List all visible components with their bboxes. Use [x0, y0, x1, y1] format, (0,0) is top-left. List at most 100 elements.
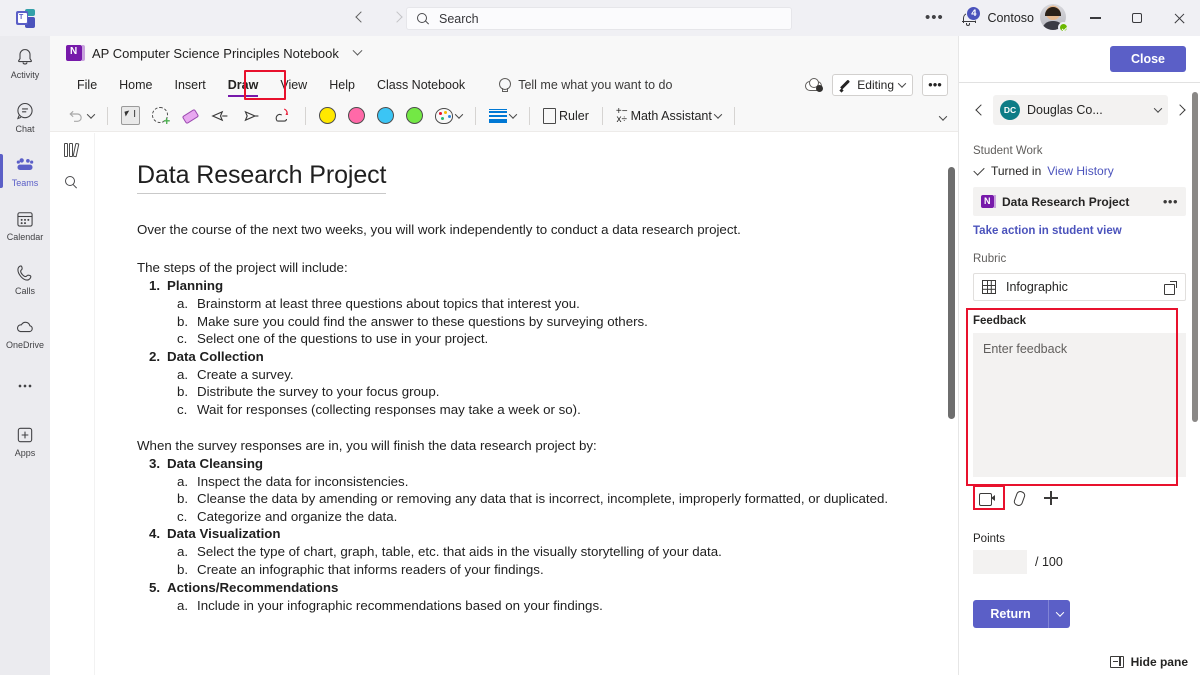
sidebar-item-activity[interactable]: Activity: [0, 36, 50, 90]
close-button[interactable]: Close: [1110, 46, 1186, 72]
search-box[interactable]: Search: [406, 7, 792, 30]
list-text: Categorize and organize the data.: [197, 508, 398, 524]
sidebar-item-onedrive[interactable]: OneDrive: [0, 306, 50, 360]
tab-insert[interactable]: Insert: [164, 72, 217, 98]
tab-home[interactable]: Home: [108, 72, 163, 98]
pen-color-pink-button[interactable]: [344, 103, 369, 129]
list-number: c.: [177, 331, 188, 347]
notebooks-button[interactable]: [50, 132, 94, 166]
add-more-button[interactable]: [1037, 487, 1065, 509]
list-text: Include in your infographic recommendati…: [197, 597, 603, 613]
points-input[interactable]: [973, 550, 1027, 574]
tab-file[interactable]: File: [66, 72, 108, 98]
chevron-down-icon[interactable]: [1153, 104, 1163, 113]
phone-icon: [17, 264, 32, 281]
attach-file-button[interactable]: [1005, 487, 1033, 509]
back-button[interactable]: [354, 11, 368, 25]
thickness-button[interactable]: [485, 103, 520, 129]
avatar[interactable]: [1040, 4, 1069, 33]
onenote-search-button[interactable]: [50, 166, 94, 200]
return-options-button[interactable]: [1048, 600, 1070, 628]
forward-button[interactable]: [390, 11, 404, 25]
rubric-item[interactable]: Infographic: [973, 273, 1186, 301]
sidebar-item-more[interactable]: [0, 360, 50, 414]
pen-color-green-button[interactable]: [402, 103, 427, 129]
notifications-button[interactable]: 4: [951, 0, 985, 36]
sidebar-item-label: OneDrive: [5, 339, 44, 350]
divider: [475, 106, 476, 125]
notification-badge: 4: [966, 6, 982, 21]
sidebar-item-chat[interactable]: Chat: [0, 90, 50, 144]
chevron-down-icon[interactable]: [86, 109, 96, 119]
record-video-button[interactable]: [973, 487, 1001, 509]
check-icon: [973, 165, 985, 177]
ruler-icon: [543, 107, 556, 124]
pen-color-yellow-button[interactable]: [315, 103, 340, 129]
hide-pane-button[interactable]: Hide pane: [1109, 655, 1188, 669]
list-number: b.: [177, 384, 189, 400]
list-item: b. Distribute the survey to your focus gr…: [167, 383, 918, 401]
student-work-label: Student Work: [973, 145, 1043, 157]
page-scrollbar-thumb[interactable]: [948, 167, 955, 419]
collapse-ribbon-button[interactable]: [938, 108, 948, 126]
maximize-button[interactable]: [1116, 0, 1158, 36]
student-navigator: DC Douglas Co...: [959, 83, 1200, 131]
undo-button[interactable]: [64, 103, 98, 129]
ink-to-shape-button[interactable]: [269, 103, 296, 129]
tab-help[interactable]: Help: [318, 72, 366, 98]
select-tool-button[interactable]: [117, 103, 144, 129]
settings-more-button[interactable]: •••: [917, 10, 951, 25]
list-item: 3. Data Cleansing a. Inspect the data for…: [137, 455, 918, 526]
pen-1-button[interactable]: [207, 103, 234, 129]
note-page-canvas[interactable]: Data Research Project Over the course of…: [94, 133, 958, 675]
intro-paragraph: Over the course of the next two weeks, y…: [137, 222, 741, 237]
lasso-select-button[interactable]: +: [148, 103, 173, 129]
sidebar-item-teams[interactable]: Teams: [0, 144, 50, 198]
view-history-link[interactable]: View History: [1047, 164, 1113, 178]
page-scrollbar[interactable]: [948, 137, 955, 671]
open-external-icon[interactable]: [1164, 280, 1177, 295]
list-heading: Data Collection: [167, 348, 264, 364]
pen-2-button[interactable]: [238, 103, 265, 129]
sidebar-item-apps[interactable]: Apps: [0, 414, 50, 468]
list-item: 2. Data Collection a. Create a survey. b.…: [137, 348, 918, 419]
previous-student-button[interactable]: [971, 101, 989, 119]
take-action-link[interactable]: Take action in student view: [973, 225, 1186, 237]
sidebar-item-calendar[interactable]: Calendar: [0, 198, 50, 252]
list-number: a.: [177, 473, 189, 489]
chevron-down-icon[interactable]: [352, 45, 363, 56]
next-student-button[interactable]: [1172, 101, 1190, 119]
tab-view[interactable]: View: [269, 72, 318, 98]
books-icon: [64, 142, 80, 157]
feedback-input[interactable]: Enter feedback: [973, 333, 1186, 477]
minimize-button[interactable]: [1074, 0, 1116, 36]
ribbon-more-button[interactable]: •••: [922, 74, 948, 96]
file-more-button[interactable]: •••: [1163, 195, 1178, 208]
ruler-button[interactable]: Ruler: [539, 103, 593, 129]
pen-color-blue-button[interactable]: [373, 103, 398, 129]
color-palette-button[interactable]: [431, 103, 466, 129]
chat-icon: [17, 102, 33, 119]
tab-class-notebook[interactable]: Class Notebook: [366, 72, 476, 98]
student-selector[interactable]: DC Douglas Co...: [993, 95, 1168, 125]
tab-draw[interactable]: Draw: [217, 72, 270, 98]
paperclip-icon: [1012, 490, 1026, 506]
editing-mode-button[interactable]: Editing: [832, 74, 913, 96]
sidebar-item-calls[interactable]: Calls: [0, 252, 50, 306]
color-palette-icon: [435, 107, 453, 124]
student-work-file[interactable]: Data Research Project •••: [973, 187, 1186, 216]
eraser-button[interactable]: [177, 103, 203, 129]
tell-me-search[interactable]: Tell me what you want to do: [498, 78, 672, 92]
notebook-title[interactable]: AP Computer Science Principles Notebook: [92, 46, 339, 61]
return-button[interactable]: Return: [973, 600, 1048, 628]
list-number: b.: [177, 313, 189, 329]
grading-pane: Close DC Douglas Co... Student Work Turn…: [958, 36, 1200, 675]
ink-to-shape-icon: [275, 108, 289, 122]
math-assistant-button[interactable]: +− x÷ Math Assistant: [612, 103, 725, 129]
plus-icon: [1044, 491, 1058, 505]
sync-cloud-icon[interactable]: [805, 78, 824, 92]
search-icon: [65, 176, 79, 190]
feedback-section: Feedback Enter feedback: [966, 308, 1186, 486]
close-window-button[interactable]: [1158, 0, 1200, 36]
grading-pane-scrollbar[interactable]: [1192, 92, 1198, 422]
